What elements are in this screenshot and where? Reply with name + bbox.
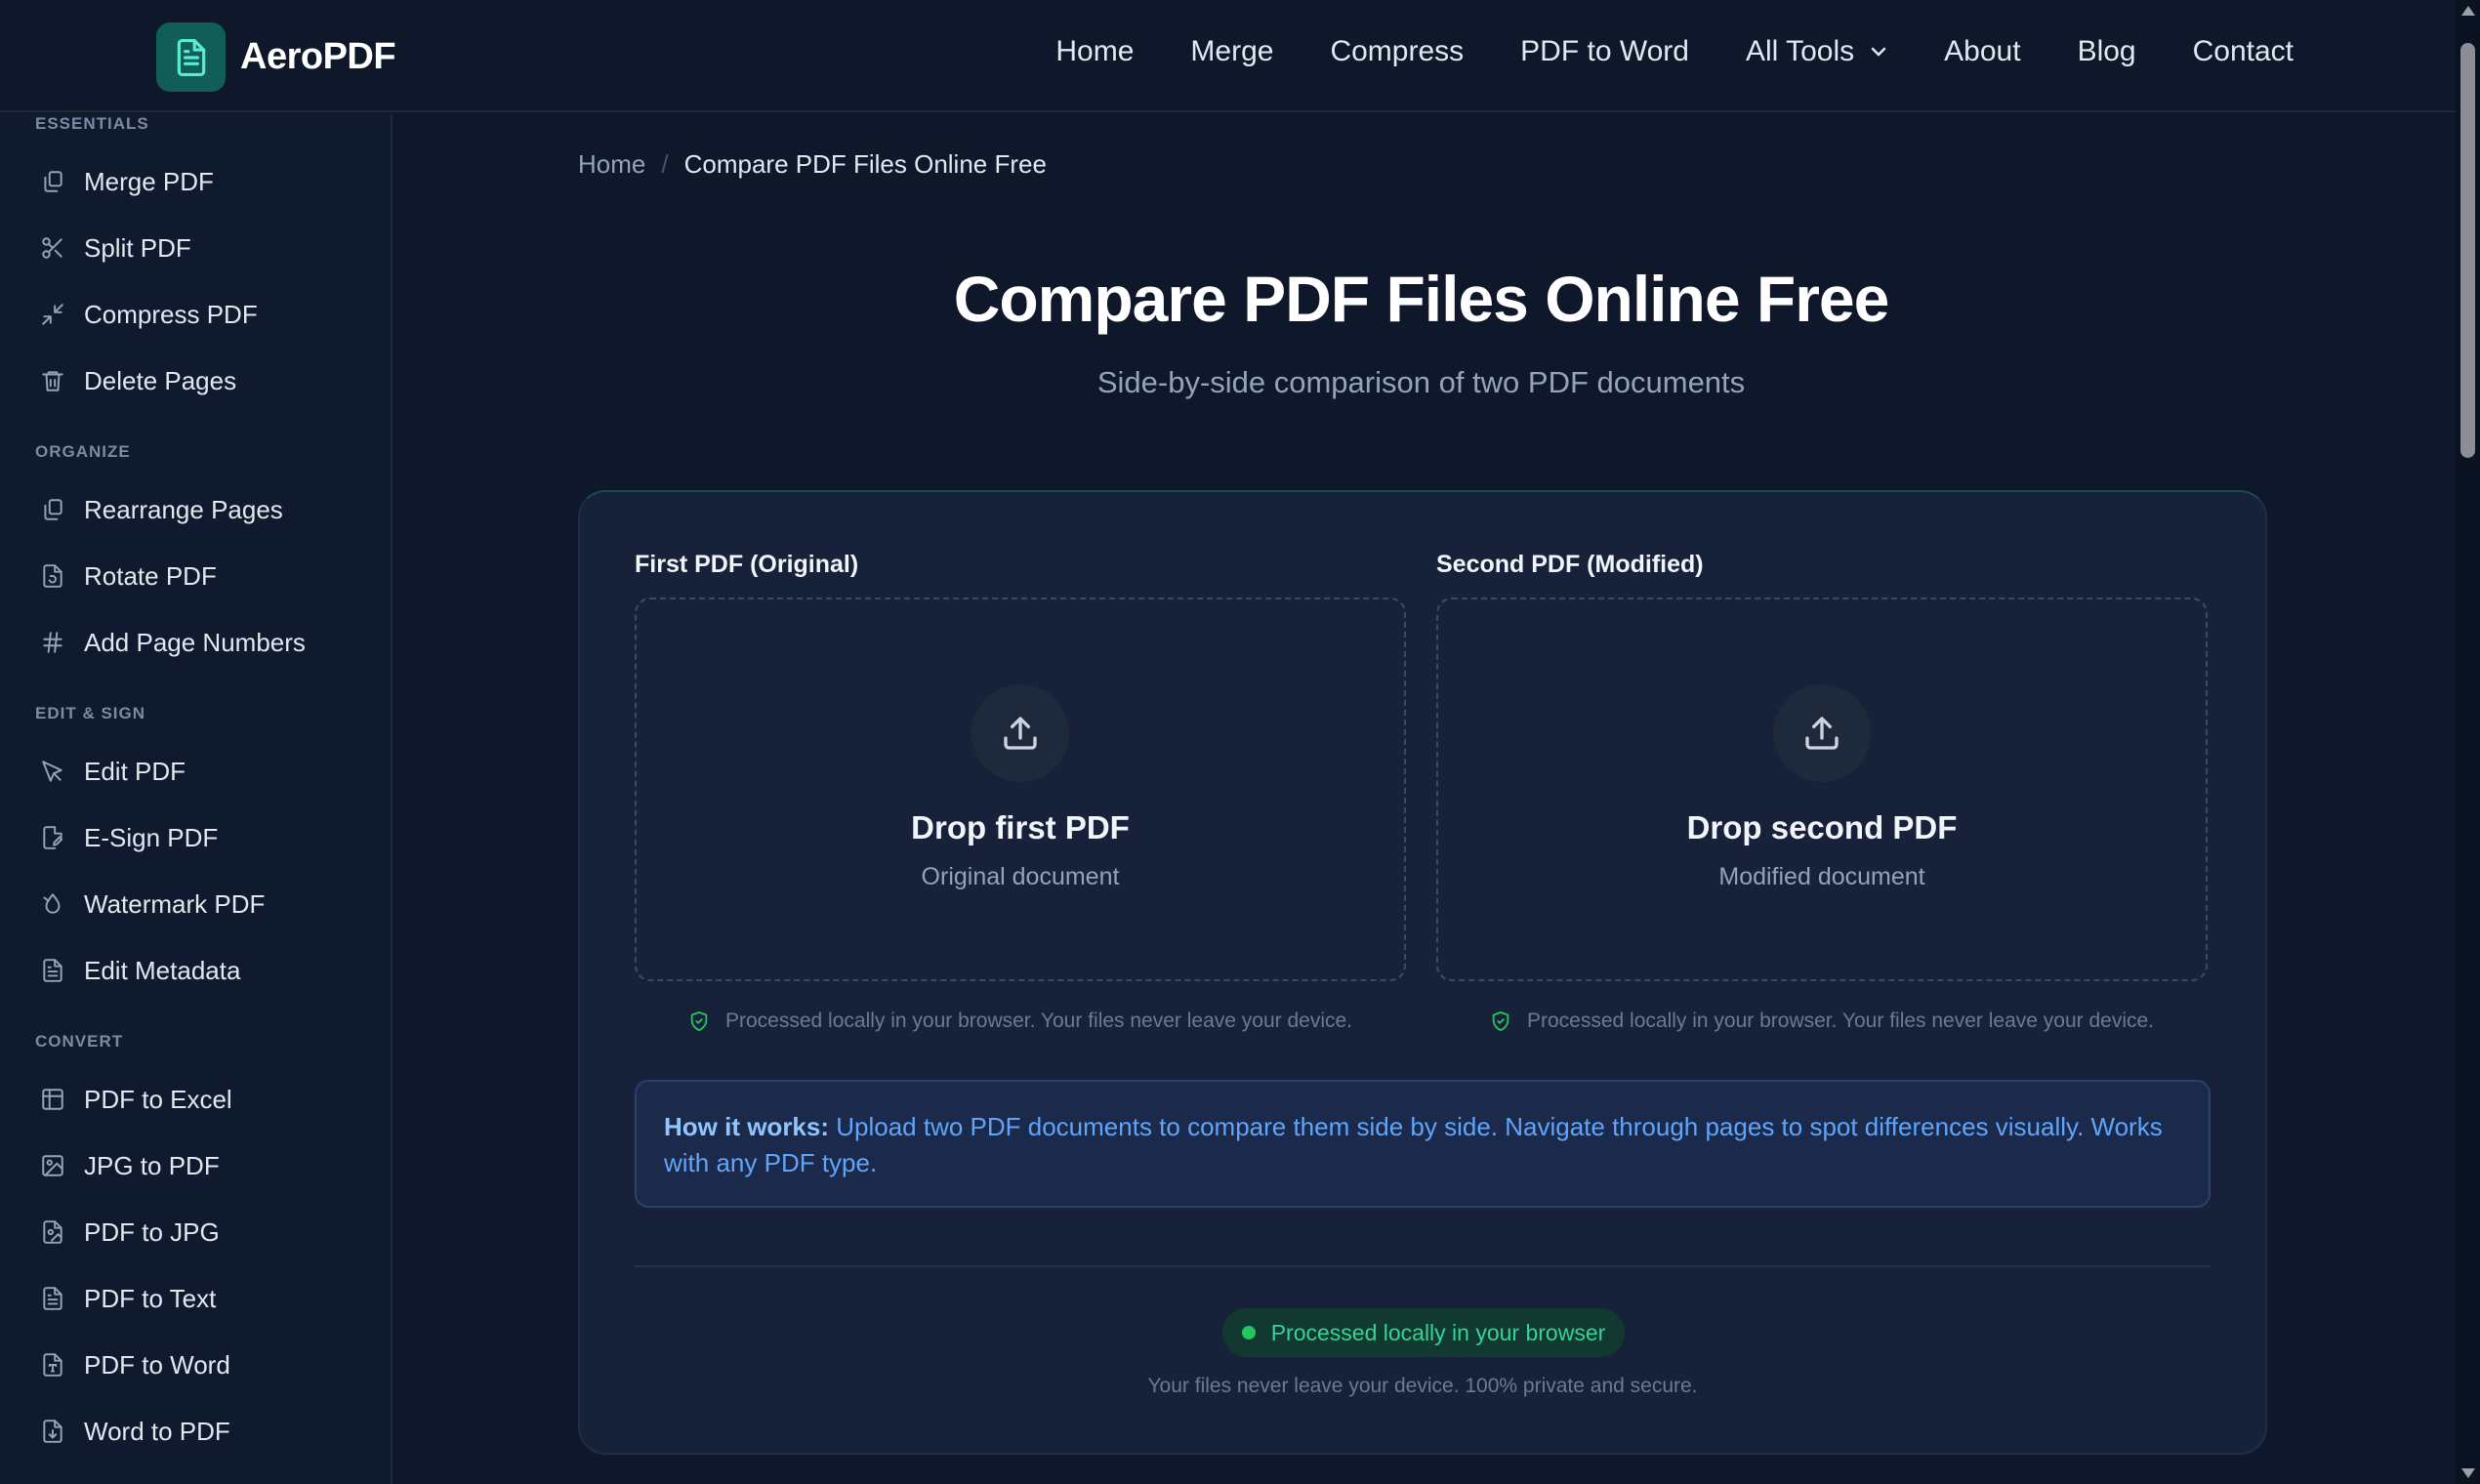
compare-tool-card: First PDF (Original) Drop first PDF Orig… — [578, 490, 2267, 1455]
how-it-works-box: How it works: Upload two PDF documents t… — [635, 1080, 2211, 1208]
first-pdf-label: First PDF (Original) — [635, 551, 859, 578]
image-icon — [39, 1152, 66, 1179]
nav-pdf-to-word[interactable]: PDF to Word — [1520, 35, 1689, 68]
rotate-file-icon — [39, 562, 66, 590]
sidebar-item-label: Merge PDF — [84, 166, 214, 196]
sidebar-item-edit-pdf[interactable]: Edit PDF — [39, 750, 186, 793]
shield-check-icon — [1492, 1010, 1509, 1032]
scroll-down-arrow-icon[interactable] — [2461, 1468, 2475, 1478]
sidebar-item-rotate-pdf[interactable]: Rotate PDF — [39, 555, 217, 598]
breadcrumb-separator: / — [661, 149, 669, 179]
sidebar-item-e-sign-pdf[interactable]: E-Sign PDF — [39, 816, 218, 859]
second-pdf-drop-subtitle: Modified document — [1718, 863, 1925, 890]
page-scrollbar[interactable] — [2456, 0, 2480, 1484]
sidebar-item-label: Edit Metadata — [84, 955, 241, 985]
shield-check-icon — [690, 1010, 708, 1032]
file-text-icon — [39, 957, 66, 984]
sidebar-item-edit-metadata[interactable]: Edit Metadata — [39, 949, 240, 992]
top-navbar: AeroPDF Home Merge Compress PDF to Word … — [0, 0, 2456, 112]
privacy-note-text: Processed locally in your browser. Your … — [1527, 1010, 2154, 1032]
file-text-icon — [39, 1285, 66, 1312]
sidebar-item-pdf-to-word[interactable]: PDF to Word — [39, 1343, 230, 1386]
local-processing-badge: Processed locally in your browser — [1222, 1308, 1625, 1357]
second-pdf-label: Second PDF (Modified) — [1436, 551, 1704, 578]
page-title: Compare PDF Files Online Free — [953, 263, 1890, 335]
file-download-icon — [39, 1418, 66, 1445]
section-divider — [635, 1265, 2211, 1267]
sidebar-item-label: PDF to JPG — [84, 1216, 220, 1247]
sidebar-item-word-to-pdf[interactable]: Word to PDF — [39, 1410, 230, 1453]
copy-pages-icon — [39, 496, 66, 523]
breadcrumb: Home / Compare PDF Files Online Free — [578, 149, 1047, 180]
sidebar-item-label: Split PDF — [84, 232, 191, 263]
sidebar-item-label: JPG to PDF — [84, 1150, 220, 1180]
nav-all-tools-label: All Tools — [1745, 35, 1855, 67]
nav-merge[interactable]: Merge — [1190, 35, 1273, 68]
table-icon — [39, 1086, 66, 1113]
status-dot-icon — [1241, 1326, 1256, 1340]
sidebar-item-label: PDF to Text — [84, 1283, 217, 1313]
breadcrumb-current: Compare PDF Files Online Free — [683, 149, 1047, 179]
pen-tool-icon — [39, 758, 66, 785]
sidebar-section-convert: CONVERT — [35, 1032, 124, 1051]
page-subtitle: Side-by-side comparison of two PDF docum… — [1096, 365, 1746, 399]
second-pdf-drop-title: Drop second PDF — [1686, 809, 1958, 845]
nav-about[interactable]: About — [1944, 35, 2020, 68]
main-nav: Home Merge Compress PDF to Word All Tool… — [999, 35, 2294, 68]
sidebar-item-merge-pdf[interactable]: Merge PDF — [39, 160, 214, 203]
brand-name: AeroPDF — [240, 36, 396, 77]
sidebar-item-label: PDF to Excel — [84, 1084, 232, 1114]
sidebar-item-jpg-to-pdf[interactable]: JPG to PDF — [39, 1144, 220, 1187]
nav-compress[interactable]: Compress — [1330, 35, 1464, 68]
hash-icon — [39, 629, 66, 656]
sidebar-item-label: E-Sign PDF — [84, 822, 219, 852]
sidebar-item-pdf-to-text[interactable]: PDF to Text — [39, 1277, 216, 1320]
breadcrumb-home-link[interactable]: Home — [578, 149, 645, 180]
nav-blog[interactable]: Blog — [2078, 35, 2136, 68]
local-processing-text: Processed locally in your browser — [1270, 1319, 1606, 1345]
sidebar-section-edit-sign: EDIT & SIGN — [35, 704, 146, 722]
file-signature-icon — [39, 824, 66, 851]
sidebar-item-label: Rearrange Pages — [84, 494, 283, 524]
scroll-up-arrow-icon[interactable] — [2461, 6, 2475, 16]
sidebar-item-label: Rotate PDF — [84, 560, 217, 591]
first-pdf-drop-title: Drop first PDF — [911, 809, 1130, 845]
sidebar-item-add-page-numbers[interactable]: Add Page Numbers — [39, 621, 306, 664]
chevron-down-icon — [1871, 47, 1886, 57]
second-pdf-privacy-note: Processed locally in your browser. Your … — [1436, 1010, 2208, 1033]
upload-icon — [1773, 684, 1871, 782]
nav-home[interactable]: Home — [1055, 35, 1134, 68]
first-pdf-drop-subtitle: Original document — [921, 863, 1120, 890]
sidebar-item-pdf-to-jpg[interactable]: PDF to JPG — [39, 1211, 220, 1254]
sidebar-item-pdf-to-excel[interactable]: PDF to Excel — [39, 1078, 232, 1121]
scissors-icon — [39, 234, 66, 262]
sidebar-item-label: Word to PDF — [84, 1416, 230, 1446]
how-it-works-label: How it works: — [664, 1112, 830, 1141]
privacy-footnote: Your files never leave your device. 100%… — [1147, 1375, 1698, 1397]
document-icon — [156, 22, 226, 92]
sidebar-section-essentials: ESSENTIALS — [35, 114, 149, 133]
how-it-works-text: Upload two PDF documents to compare them… — [664, 1112, 2163, 1177]
sidebar-item-label: PDF to Word — [84, 1349, 230, 1380]
droplet-icon — [39, 890, 66, 918]
file-image-icon — [39, 1218, 66, 1246]
sidebar-section-organize: ORGANIZE — [35, 442, 131, 461]
sidebar-item-rearrange-pages[interactable]: Rearrange Pages — [39, 488, 283, 531]
merge-icon — [39, 168, 66, 195]
nav-all-tools[interactable]: All Tools — [1746, 35, 1887, 68]
sidebar-item-label: Watermark PDF — [84, 888, 266, 919]
first-pdf-privacy-note: Processed locally in your browser. Your … — [635, 1010, 1406, 1033]
file-type-icon — [39, 1351, 66, 1379]
first-pdf-dropzone[interactable]: Drop first PDF Original document — [635, 598, 1406, 981]
privacy-note-text: Processed locally in your browser. Your … — [725, 1010, 1352, 1032]
upload-icon — [971, 684, 1069, 782]
sidebar-item-watermark-pdf[interactable]: Watermark PDF — [39, 883, 265, 926]
nav-contact[interactable]: Contact — [2193, 35, 2294, 68]
second-pdf-dropzone[interactable]: Drop second PDF Modified document — [1436, 598, 2208, 981]
brand-logo[interactable]: AeroPDF — [156, 22, 396, 92]
sidebar-item-label: Edit PDF — [84, 756, 186, 786]
sidebar-item-label: Add Page Numbers — [84, 627, 306, 657]
